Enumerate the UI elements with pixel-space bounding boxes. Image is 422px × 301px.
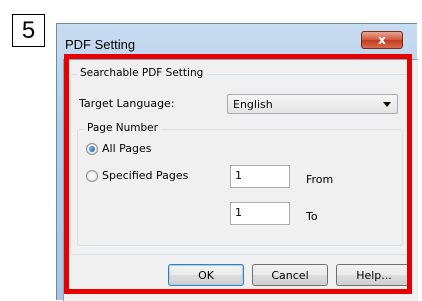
close-icon: x <box>378 33 386 47</box>
chevron-down-icon <box>383 102 391 107</box>
cancel-button[interactable]: Cancel <box>252 264 328 286</box>
page-number-legend: Page Number <box>84 122 161 134</box>
pdf-setting-dialog: PDF Setting x Searchable PDF Setting Tar… <box>56 23 418 301</box>
page-number-group: Page Number All Pages Specified Pages 1 … <box>77 122 403 246</box>
from-label: From <box>306 173 334 186</box>
help-button[interactable]: Help... <box>336 264 412 286</box>
dialog-title: PDF Setting <box>65 37 136 52</box>
target-language-select[interactable]: English <box>227 94 398 114</box>
target-language-label: Target Language: <box>79 97 175 110</box>
all-pages-radio[interactable] <box>86 143 98 155</box>
ok-button[interactable]: OK <box>168 264 244 286</box>
dialog-client-area: Searchable PDF Setting Target Language: … <box>63 59 418 301</box>
close-button[interactable]: x <box>361 31 403 49</box>
specified-pages-radio[interactable] <box>86 170 98 182</box>
specified-pages-label: Specified Pages <box>102 169 189 182</box>
all-pages-label: All Pages <box>102 142 152 155</box>
from-page-input[interactable]: 1 <box>230 165 290 188</box>
target-language-value: English <box>233 98 273 111</box>
searchable-pdf-group: Searchable PDF Setting Target Language: … <box>70 67 410 255</box>
to-label: To <box>306 210 318 223</box>
searchable-pdf-legend: Searchable PDF Setting <box>77 67 207 79</box>
to-page-input[interactable]: 1 <box>230 202 290 225</box>
step-number-badge: 5 <box>12 14 45 47</box>
